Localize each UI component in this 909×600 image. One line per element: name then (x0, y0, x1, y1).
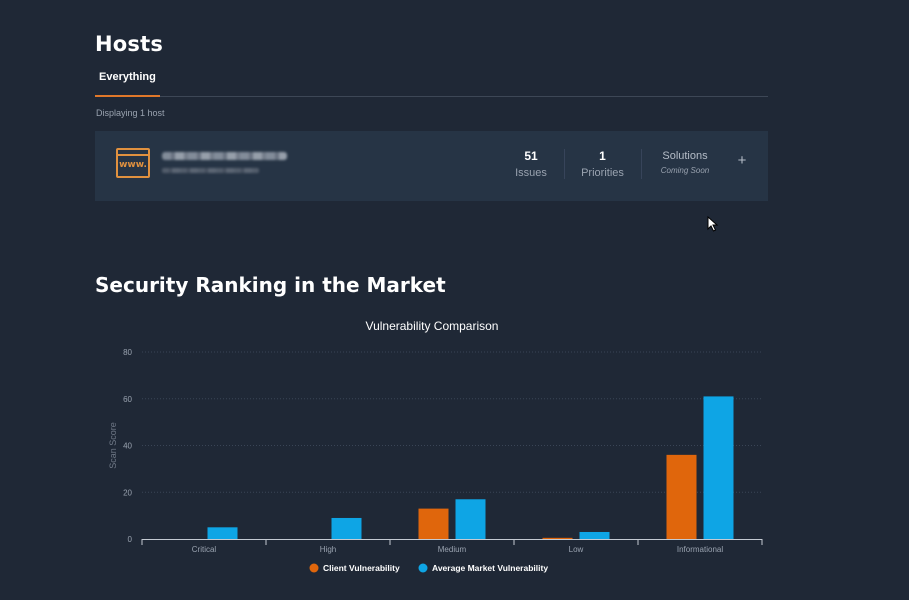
legend-marker (418, 563, 428, 573)
host-count-text: Displaying 1 host (96, 108, 165, 118)
bar-market (207, 527, 238, 539)
x-tick-label: Medium (438, 545, 467, 554)
expand-plus-button[interactable]: + (735, 153, 749, 169)
x-tick-label: High (320, 545, 336, 554)
priorities-stat[interactable]: 1 Priorities (580, 149, 625, 179)
vulnerability-chart: 0 20 40 60 80 Scan Score Critical High Medium Low… (108, 348, 763, 573)
divider (564, 149, 565, 179)
solutions-stat: Solutions Coming Soon (653, 150, 717, 175)
host-name-redacted (162, 152, 287, 160)
bar-market (331, 517, 362, 539)
priorities-count: 1 (599, 149, 606, 163)
legend-label: Average Market Vulnerability (432, 563, 548, 573)
www-icon: www. (116, 148, 150, 178)
y-axis-label: Scan Score (108, 422, 118, 469)
priorities-label: Priorities (581, 167, 624, 179)
bar-market (579, 531, 610, 539)
issues-label: Issues (515, 167, 547, 179)
y-tick-label: 20 (123, 488, 132, 497)
y-tick-label: 0 (128, 535, 133, 544)
bar-market (455, 499, 486, 539)
y-tick-label: 60 (123, 395, 132, 404)
host-address-redacted (162, 168, 259, 173)
divider (641, 149, 642, 179)
x-tick-label: Critical (192, 545, 217, 554)
legend-label: Client Vulnerability (323, 563, 400, 573)
issues-count: 51 (524, 149, 538, 163)
tab-everything[interactable]: Everything (95, 62, 160, 97)
y-tick-label: 40 (123, 442, 132, 451)
legend-marker (309, 563, 319, 573)
tab-bar: Everything (95, 62, 768, 97)
section-title: Security Ranking in the Market (95, 273, 446, 297)
www-icon-text: www. (119, 160, 147, 170)
bar-client (418, 508, 449, 539)
x-tick-label: Low (569, 545, 584, 554)
y-tick-label: 80 (123, 348, 132, 357)
bar-client (542, 537, 573, 539)
mouse-pointer-icon (707, 216, 719, 232)
bar-client (666, 454, 697, 539)
page-title: Hosts (95, 32, 164, 56)
solutions-label: Solutions (662, 150, 708, 162)
x-tick-label: Informational (677, 545, 723, 554)
host-row[interactable]: www. 51 Issues 1 Priorities Solutions Co… (95, 131, 768, 201)
bar-market (703, 396, 734, 539)
issues-stat[interactable]: 51 Issues (510, 149, 552, 179)
solutions-coming-soon: Coming Soon (660, 166, 710, 175)
